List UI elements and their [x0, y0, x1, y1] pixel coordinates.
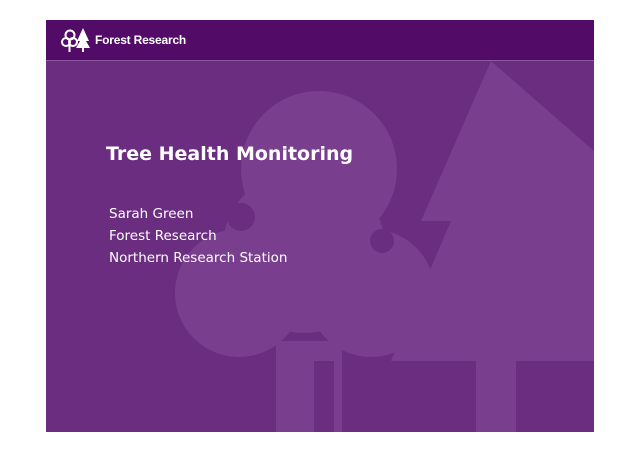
presenter-location: Northern Research Station [109, 250, 288, 266]
title-slide: Forest Research Tree Health Monitoring S… [46, 20, 594, 432]
presenter-details: Sarah Green Forest Research Northern Res… [109, 203, 287, 269]
presenter-name: Sarah Green [109, 206, 194, 222]
header-bar: Forest Research [46, 20, 594, 61]
brand-logo: Forest Research [61, 26, 186, 54]
slide-title: Tree Health Monitoring [106, 143, 354, 165]
brand-logo-text: Forest Research [95, 33, 187, 47]
tree-logo-icon [61, 28, 90, 52]
presenter-organisation: Forest Research [109, 228, 217, 244]
